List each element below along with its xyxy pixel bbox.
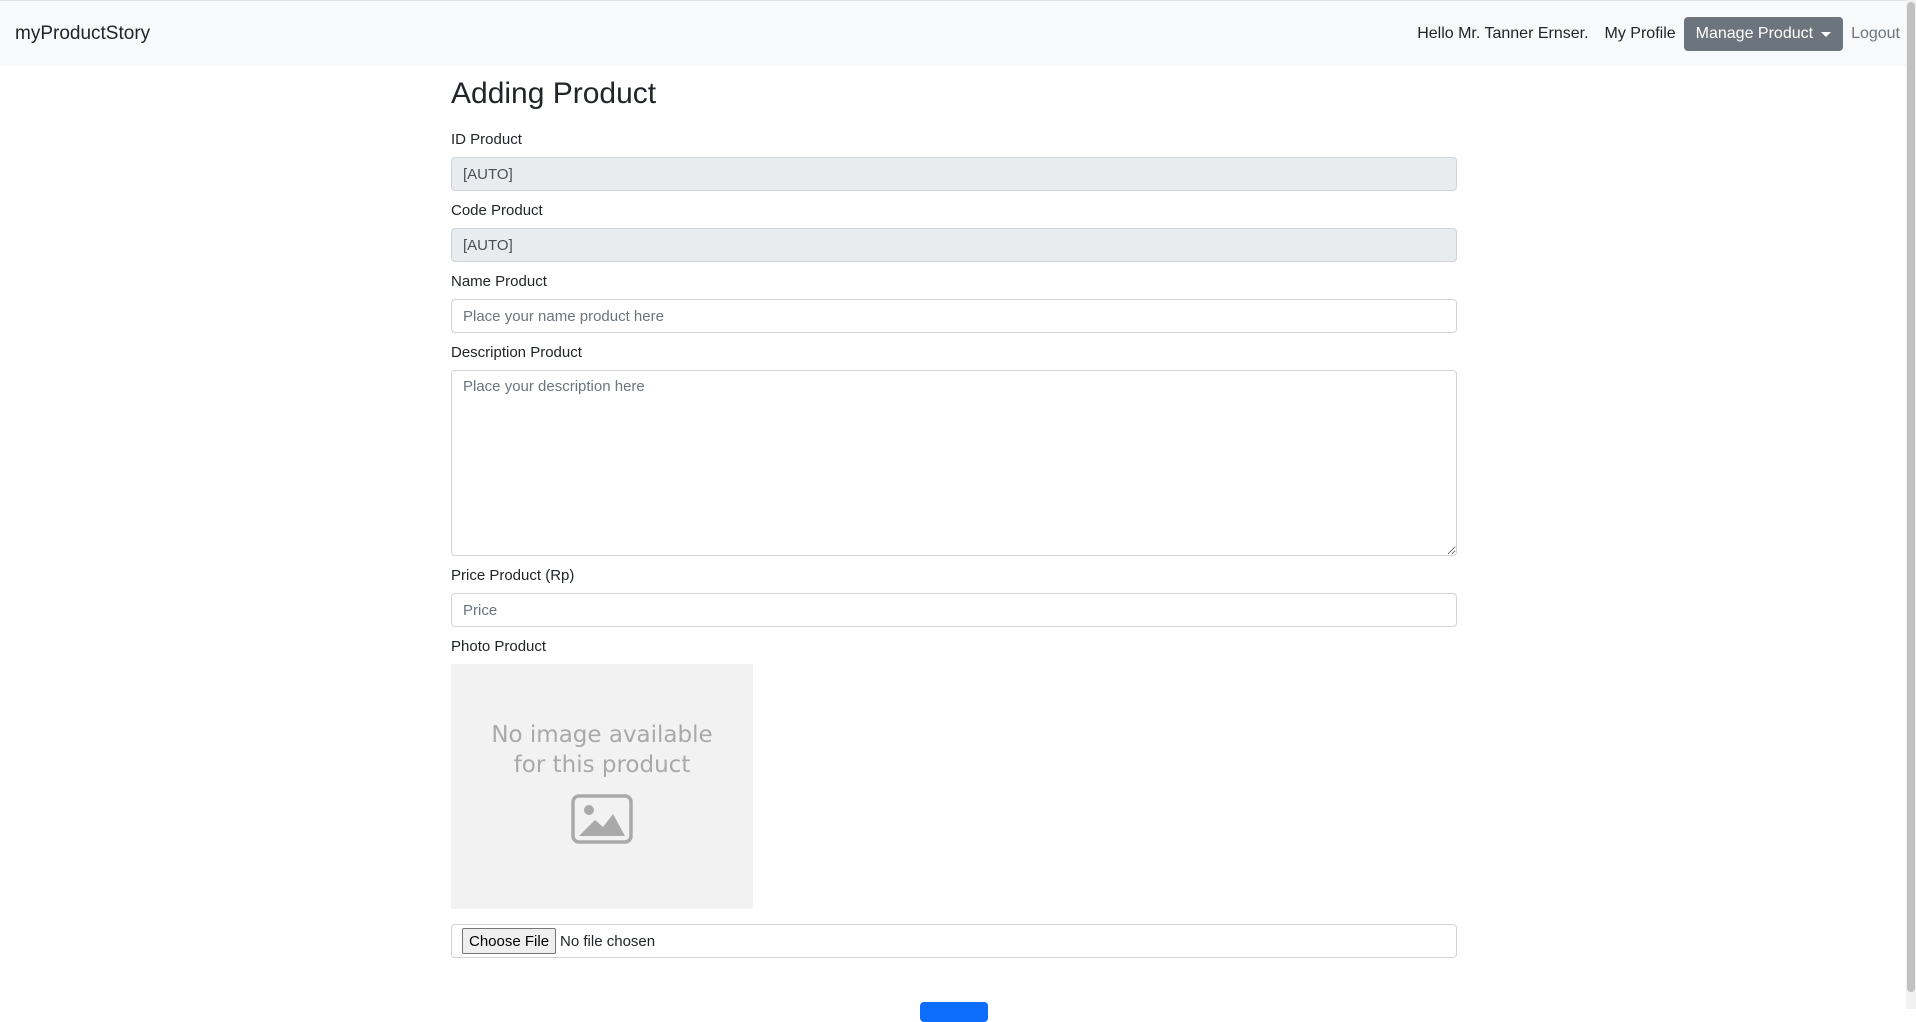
navbar: myProductStory Hello Mr. Tanner Ernser. … — [0, 0, 1916, 66]
id-label: ID Product — [451, 131, 522, 148]
name-group: Name Product — [451, 272, 1457, 333]
code-field[interactable] — [451, 228, 1457, 262]
manage-product-label: Manage Product — [1695, 24, 1814, 42]
navbar-right: Hello Mr. Tanner Ernser. My Profile Mana… — [1417, 16, 1900, 51]
price-label: Price Product (Rp) — [451, 567, 575, 584]
scrollbar[interactable] — [1906, 0, 1916, 1009]
description-label: Description Product — [451, 344, 582, 361]
code-group: Code Product — [451, 201, 1457, 262]
page-title: Adding Product — [451, 77, 657, 110]
submit-button[interactable] — [920, 1002, 988, 1022]
photo-group: Photo Product No image available for thi… — [451, 637, 1457, 958]
description-textarea[interactable] — [451, 370, 1457, 556]
logout-link[interactable]: Logout — [1851, 25, 1900, 43]
choose-file-button[interactable]: Choose File — [462, 928, 557, 954]
photo-label: Photo Product — [451, 638, 547, 655]
no-image-text: No image available for this product — [491, 722, 713, 778]
caret-down-icon — [1821, 32, 1832, 37]
no-image-placeholder: No image available for this product — [451, 664, 753, 909]
product-form: Adding Product ID Product Code Product N… — [451, 66, 1457, 958]
file-input[interactable]: Choose File No file chosen — [451, 924, 1457, 958]
price-group: Price Product (Rp) — [451, 566, 1457, 627]
name-input[interactable] — [451, 299, 1457, 333]
id-group: ID Product — [451, 130, 1457, 191]
user-greeting: Hello Mr. Tanner Ernser. — [1417, 24, 1589, 42]
description-group: Description Product — [451, 343, 1457, 556]
scrollbar-thumb[interactable] — [1907, 2, 1915, 992]
image-placeholder-icon — [571, 794, 633, 844]
code-label: Code Product — [451, 202, 543, 219]
manage-product-dropdown[interactable]: Manage Product — [1683, 16, 1844, 51]
my-profile-link[interactable]: My Profile — [1605, 25, 1676, 43]
name-label: Name Product — [451, 273, 547, 290]
id-field[interactable] — [451, 157, 1457, 191]
price-input[interactable] — [451, 593, 1457, 627]
brand-link[interactable]: myProductStory — [15, 23, 150, 45]
file-status: No file chosen — [560, 932, 656, 950]
